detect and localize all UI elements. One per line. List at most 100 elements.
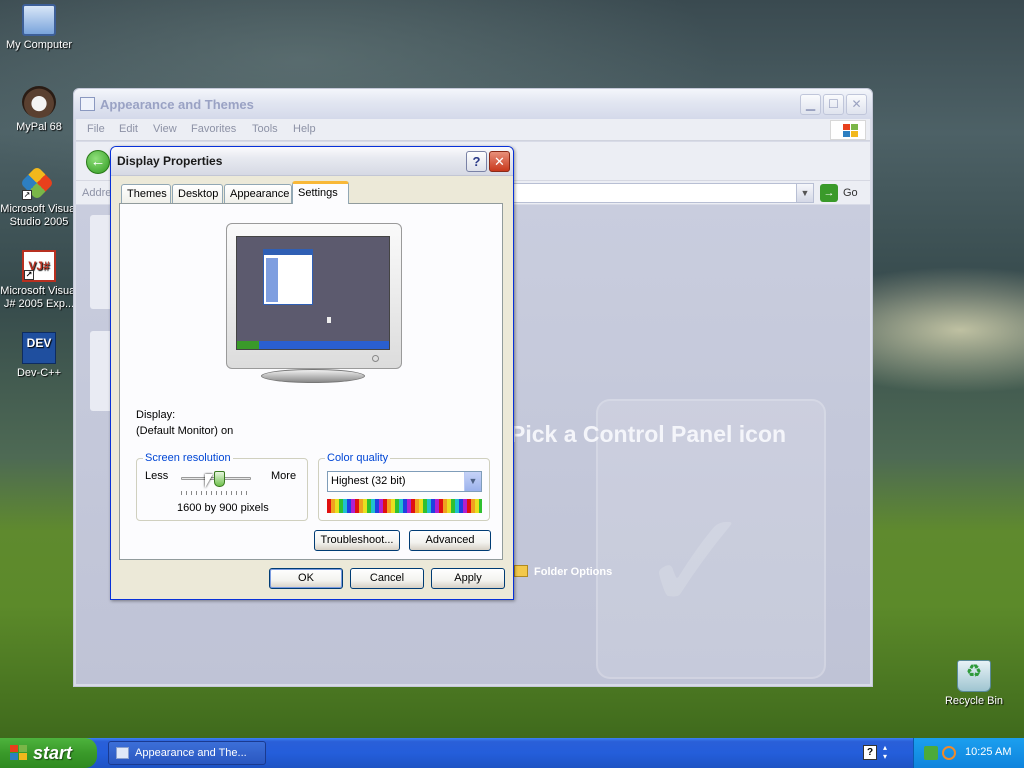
menu-edit[interactable]: Edit (119, 123, 138, 135)
preview-cursor (327, 317, 331, 323)
desktop-icon-visual-jsharp[interactable]: VJ# ↗ Microsoft Visual J# 2005 Exp... (0, 250, 78, 311)
tab-desktop[interactable]: Desktop (172, 184, 223, 203)
menu-bar: File Edit View Favorites Tools Help (76, 119, 870, 141)
help-button[interactable]: ? (466, 151, 487, 172)
desktop-icon-recycle-bin[interactable]: Recycle Bin (935, 660, 1013, 708)
language-bar-button[interactable]: ? (863, 745, 877, 760)
color-quality-select[interactable]: Highest (32 bit) ▼ (327, 471, 482, 492)
desktop-icon-visual-studio[interactable]: ↗ Microsoft Visual Studio 2005 (0, 166, 78, 229)
preview-window (263, 249, 313, 305)
desktop-icon-label: Recycle Bin (944, 695, 1004, 707)
tab-settings[interactable]: Settings (292, 181, 349, 204)
desktop-icon-label: Microsoft Visual J# 2005 Exp... (0, 285, 78, 310)
maximize-button[interactable]: ☐ (823, 94, 844, 115)
control-panel-icon (116, 747, 129, 759)
color-quality-preview-bar (327, 499, 482, 513)
dialog-titlebar[interactable]: Display Properties ? ✕ (111, 147, 513, 176)
back-button[interactable]: ← (86, 150, 110, 174)
start-label: start (33, 743, 73, 763)
close-icon: ✕ (494, 154, 505, 169)
less-label: Less (145, 470, 169, 482)
go-arrow-icon: → (823, 187, 835, 199)
clock[interactable]: 10:25 AM (965, 746, 1011, 758)
more-label: More (271, 470, 297, 482)
taskbar-button-label: Appearance and The... (135, 747, 247, 759)
go-label[interactable]: Go (843, 187, 858, 199)
network-icon[interactable] (924, 746, 938, 760)
explorer-titlebar[interactable]: Appearance and Themes ▁ ☐ ✕ (74, 89, 872, 119)
apply-button[interactable]: Apply (431, 568, 505, 589)
slider-ticks (181, 491, 251, 495)
explorer-title: Appearance and Themes (100, 97, 254, 112)
raccoon-icon (22, 86, 56, 118)
search-icon[interactable] (942, 746, 956, 760)
menu-favorites[interactable]: Favorites (191, 123, 236, 135)
maximize-icon: ☐ (828, 97, 839, 111)
monitor-icon (226, 223, 402, 369)
display-properties-dialog: Display Properties ? ✕ Themes Desktop Ap… (110, 146, 514, 600)
chevron-down-icon: ▼ (468, 476, 478, 486)
preview-taskbar (237, 341, 389, 349)
shortcut-arrow-icon: ↗ (24, 270, 34, 280)
question-icon: ? (472, 154, 481, 169)
screen-resolution-title: Screen resolution (143, 452, 233, 464)
desktop-icon-mypal[interactable]: MyPal 68 (0, 86, 78, 134)
desktop-icon-label: MyPal 68 (16, 121, 62, 133)
tab-themes[interactable]: Themes (121, 184, 171, 203)
color-quality-group: Color quality Highest (32 bit) ▼ (318, 452, 490, 521)
taskbar-button-appearance[interactable]: Appearance and The... (108, 741, 266, 765)
cancel-button[interactable]: Cancel (350, 568, 424, 589)
language-bar-options-icon[interactable]: ▴ ▾ (883, 743, 887, 761)
monitor-screen (236, 236, 390, 350)
explorer-close-button[interactable]: ✕ (846, 94, 867, 115)
menu-help[interactable]: Help (293, 123, 316, 135)
color-quality-value: Highest (32 bit) (331, 475, 406, 487)
windows-flag-icon (10, 745, 28, 761)
troubleshoot-button[interactable]: Troubleshoot... (314, 530, 400, 551)
color-quality-dropdown-button[interactable]: ▼ (464, 472, 481, 491)
visual-jsharp-icon: VJ# ↗ (22, 250, 56, 282)
resolution-value: 1600 by 900 pixels (177, 502, 269, 514)
power-button-icon (372, 355, 379, 362)
minimize-icon: ▁ (805, 97, 816, 111)
minimize-button[interactable]: ▁ (800, 94, 821, 115)
desktop-icon-my-computer[interactable]: My Computer (0, 4, 78, 52)
resolution-slider-thumb[interactable] (214, 471, 225, 487)
address-input[interactable]: ▼ (506, 183, 814, 203)
folder-options-label: Folder Options (534, 566, 613, 578)
tab-appearance[interactable]: Appearance (224, 184, 292, 203)
computer-icon (22, 4, 56, 36)
menu-view[interactable]: View (153, 123, 177, 135)
dev-cpp-icon: DEV (22, 332, 56, 364)
chevron-down-icon: ▼ (800, 188, 810, 198)
menu-tools[interactable]: Tools (252, 123, 278, 135)
mouse-cursor-icon (205, 474, 213, 488)
desktop-icon-label: Dev-C++ (16, 367, 62, 379)
color-quality-title: Color quality (325, 452, 391, 464)
shortcut-arrow-icon: ↗ (22, 190, 32, 200)
monitor-stand (261, 369, 365, 383)
settings-tab-panel: Display: (Default Monitor) on Screen res… (119, 203, 503, 560)
advanced-button[interactable]: Advanced (409, 530, 491, 551)
close-icon: ✕ (851, 97, 862, 111)
go-button[interactable]: → (820, 184, 838, 202)
start-button[interactable]: start (0, 738, 97, 768)
screen-resolution-group: Screen resolution Less More 1600 by 900 … (136, 452, 308, 521)
folder-options-link[interactable]: Folder Options (514, 565, 612, 578)
help-icon: ? (866, 747, 874, 758)
dialog-title: Display Properties (117, 154, 223, 168)
menu-file[interactable]: File (87, 123, 105, 135)
display-value: (Default Monitor) on (136, 425, 234, 437)
desktop-icon-dev-cpp[interactable]: DEV Dev-C++ (0, 332, 78, 380)
ok-button[interactable]: OK (269, 568, 343, 589)
desktop-icon-label: My Computer (5, 39, 73, 51)
monitor-preview (226, 223, 402, 369)
windows-flag-icon (830, 120, 866, 140)
system-tray: 10:25 AM (913, 738, 1024, 768)
folder-icon (514, 565, 528, 577)
category-heading: Pick a Control Panel icon (510, 421, 787, 447)
visual-studio-icon: ↗ (20, 166, 56, 200)
dialog-close-button[interactable]: ✕ (489, 151, 510, 172)
address-dropdown-button[interactable]: ▼ (796, 184, 813, 202)
display-label: Display: (136, 409, 176, 421)
